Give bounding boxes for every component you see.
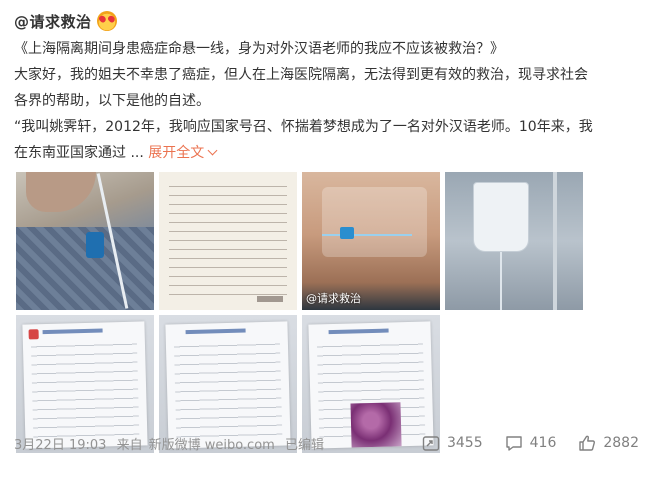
- photo-handwritten-letter[interactable]: [159, 172, 297, 310]
- post-actions: 3455 416 2882: [400, 426, 639, 460]
- post-source[interactable]: 新版微博 weibo.com: [149, 438, 275, 453]
- expand-full-text-link[interactable]: 展开全文: [148, 145, 218, 161]
- weibo-post: @请求救治 《上海隔离期间身患癌症命悬一线，身为对外汉语老师的我应不应该被救治？…: [0, 0, 649, 489]
- comment-icon: [505, 436, 522, 451]
- like-count: 2882: [603, 435, 639, 451]
- post-text-line: 大家好，我的姐夫不幸患了癌症，但人在上海医院隔离，无法得到更有效的救治，现寻求社…: [14, 67, 588, 83]
- post-footer: 3月22日 19:03 来自 新版微博 weibo.com 已编辑 3455 41…: [14, 426, 639, 460]
- post-text-line: 各界的帮助，以下是他的自述。: [14, 93, 210, 109]
- heart-eyes-emoji-icon: [96, 11, 117, 31]
- post-date[interactable]: 3月22日 19:03: [14, 438, 106, 453]
- post-text: 《上海隔离期间身患癌症命悬一线，身为对外汉语老师的我应不应该被救治？》 大家好，…: [14, 36, 639, 166]
- edited-label[interactable]: 已编辑: [285, 438, 324, 453]
- image-watermark: @请求救治: [306, 292, 361, 305]
- expand-label: 展开全文: [148, 145, 205, 161]
- comment-count: 416: [529, 435, 557, 451]
- thumbs-up-icon: [579, 435, 596, 451]
- repost-button[interactable]: 3455: [422, 434, 483, 452]
- post-text-line: “我叫姚霁轩，2012年，我响应国家号召、怀揣着梦想成为了一名对外汉语老师。10…: [14, 119, 593, 135]
- post-header: @请求救治: [14, 8, 117, 34]
- source-prefix: 来自: [116, 437, 143, 453]
- post-title-line: 《上海隔离期间身患癌症命悬一线，身为对外汉语老师的我应不应该被救治？》: [14, 41, 504, 57]
- photo-iv-bag[interactable]: [445, 172, 583, 310]
- repost-count: 3455: [446, 435, 483, 451]
- comment-button[interactable]: 416: [505, 434, 557, 452]
- truncated-text: 在东南亚国家通过 ...: [14, 145, 149, 161]
- chevron-down-icon: [207, 145, 218, 156]
- post-meta: 3月22日 19:03 来自 新版微博 weibo.com 已编辑: [14, 434, 330, 453]
- repost-icon: [422, 436, 440, 451]
- author-name[interactable]: @请求救治: [14, 11, 92, 32]
- like-button[interactable]: 2882: [578, 434, 639, 452]
- photo-patient-iv[interactable]: [16, 172, 154, 310]
- post-text-line: 在东南亚国家通过 ... 展开全文: [14, 140, 639, 166]
